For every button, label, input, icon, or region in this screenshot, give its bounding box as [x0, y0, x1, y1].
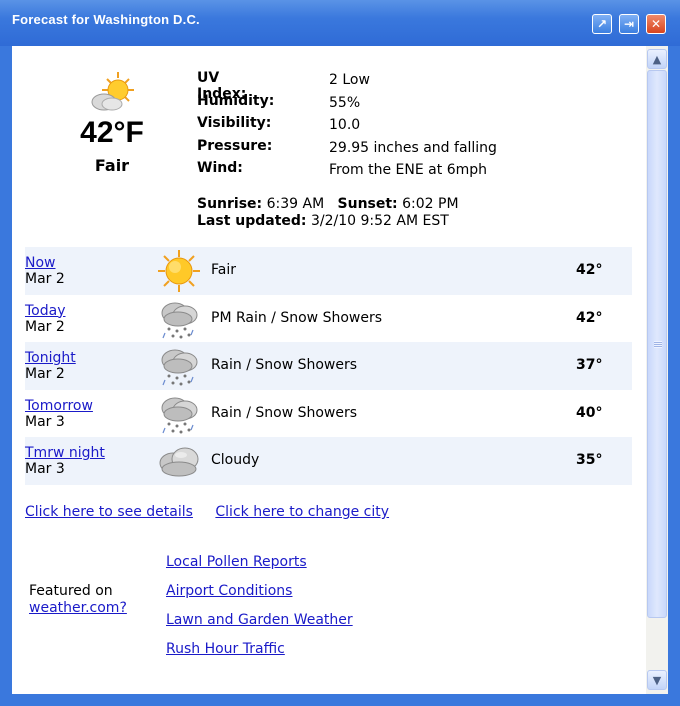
close-button[interactable]: ✕: [646, 14, 666, 34]
forecast-row: Tonight Mar 2 Rain / Snow Showers 37°: [25, 342, 632, 390]
sunset-time: 6:02 PM: [402, 196, 459, 212]
scroll-thumb[interactable]: [647, 70, 667, 618]
sunset-label: Sunset:: [337, 196, 398, 212]
cloud-icon: [159, 447, 199, 477]
forecast-list: Now Mar 2 Fair 42° Today Mar 2 PM Rain /…: [25, 247, 632, 485]
forecast-condition: Cloudy: [211, 452, 260, 468]
sunrise-time: 6:39 AM: [266, 196, 325, 212]
weather-com-link[interactable]: weather.com?: [29, 600, 127, 616]
detail-value: From the ENE at 6mph: [329, 162, 487, 178]
grip-icon: [654, 341, 662, 348]
forecast-temp: 35°: [576, 452, 603, 468]
forecast-date: Mar 2: [25, 366, 65, 382]
sun-cloud-icon: [91, 72, 134, 111]
detail-label: Wind:: [197, 160, 243, 176]
rush-hour-link[interactable]: Rush Hour Traffic: [166, 640, 353, 669]
external-links: Local Pollen Reports Airport Conditions …: [166, 553, 353, 669]
sunrise-label: Sunrise:: [197, 196, 263, 212]
forecast-temp: 42°: [576, 309, 603, 326]
forecast-condition: Fair: [211, 262, 236, 278]
airport-conditions-link[interactable]: Airport Conditions: [166, 582, 353, 611]
window-frame-bottom: [0, 694, 680, 706]
sun-times: Sunrise: 6:39 AM Sunset: 6:02 PM: [197, 196, 459, 212]
forecast-row: Today Mar 2 PM Rain / Snow Showers 42°: [25, 295, 632, 343]
forecast-temp: 40°: [576, 404, 603, 421]
forecast-condition: Rain / Snow Showers: [211, 404, 358, 421]
window-title: Forecast for Washington D.C.: [12, 12, 200, 27]
action-links: Click here to see details Click here to …: [25, 504, 407, 520]
forecast-date: Mar 2: [25, 271, 65, 287]
forecast-period: Tmrw night Mar 3: [25, 445, 105, 477]
forecast-period: Tonight Mar 2: [25, 350, 76, 382]
change-city-link[interactable]: Click here to change city: [215, 504, 389, 520]
forecast-period: Today Mar 2: [25, 303, 66, 335]
restore-button[interactable]: ↗: [592, 14, 612, 34]
chevron-down-icon: ▼: [652, 673, 662, 687]
detail-value: 55%: [329, 94, 361, 111]
updated-label: Last updated:: [197, 213, 307, 229]
forecast-temp: 37°: [576, 357, 603, 373]
rain-snow-icon: [161, 302, 198, 338]
window-frame-right: [668, 46, 680, 694]
title-bar[interactable]: Forecast for Washington D.C. ↗ ⇥ ✕: [0, 0, 680, 46]
vertical-scrollbar[interactable]: ▲ ▼: [646, 46, 668, 694]
chevron-up-icon: ▲: [652, 52, 662, 66]
period-link-today[interactable]: Today: [25, 303, 66, 319]
detail-value: 2 Low: [329, 72, 370, 88]
forecast-date: Mar 3: [25, 461, 65, 477]
detail-label: Humidity:: [197, 92, 275, 109]
see-details-link[interactable]: Click here to see details: [25, 504, 193, 520]
pin-button[interactable]: ⇥: [619, 14, 639, 34]
period-link-tomorrow[interactable]: Tomorrow: [25, 398, 93, 414]
window-frame-left: [0, 46, 12, 694]
featured-label: Featured on: [29, 583, 113, 599]
forecast-row: Tmrw night Mar 3 Cloudy 35°: [25, 437, 632, 485]
detail-label: Pressure:: [197, 137, 273, 154]
forecast-condition: PM Rain / Snow Showers: [211, 309, 383, 326]
forecast-row: Now Mar 2 Fair 42°: [25, 247, 632, 295]
detail-value: 10.0: [329, 117, 361, 133]
scroll-down-button[interactable]: ▼: [647, 670, 667, 690]
forecast-row: Tomorrow Mar 3 Rain / Snow Showers 40°: [25, 390, 632, 438]
forecast-date: Mar 3: [25, 413, 65, 430]
forecast-period: Now Mar 2: [25, 255, 65, 287]
forecast-period: Tomorrow Mar 3: [25, 398, 93, 430]
featured-on: Featured on weather.com?: [29, 583, 127, 617]
period-link-now[interactable]: Now: [25, 255, 56, 271]
detail-label: Visibility:: [197, 115, 272, 131]
pollen-reports-link[interactable]: Local Pollen Reports: [166, 553, 353, 582]
updated-time: 3/2/10 9:52 AM EST: [311, 213, 449, 229]
rain-snow-icon: [161, 349, 198, 386]
current-condition: Fair: [94, 156, 130, 175]
lawn-garden-link[interactable]: Lawn and Garden Weather: [166, 611, 353, 640]
current-temperature: 42°F: [80, 116, 144, 149]
period-link-tmrw-night[interactable]: Tmrw night: [25, 445, 105, 461]
rain-snow-icon: [161, 397, 198, 433]
forecast-temp: 42°: [576, 262, 603, 278]
scroll-up-button[interactable]: ▲: [647, 49, 667, 69]
forecast-panel: 42°F Fair UV Index: 2 Low Humidity: 55% …: [12, 46, 646, 694]
forecast-condition: Rain / Snow Showers: [211, 357, 358, 373]
period-link-tonight[interactable]: Tonight: [25, 350, 76, 366]
forecast-date: Mar 2: [25, 318, 65, 335]
last-updated: Last updated: 3/2/10 9:52 AM EST: [197, 213, 449, 229]
detail-value: 29.95 inches and falling: [329, 139, 497, 156]
sun-icon: [158, 250, 200, 292]
